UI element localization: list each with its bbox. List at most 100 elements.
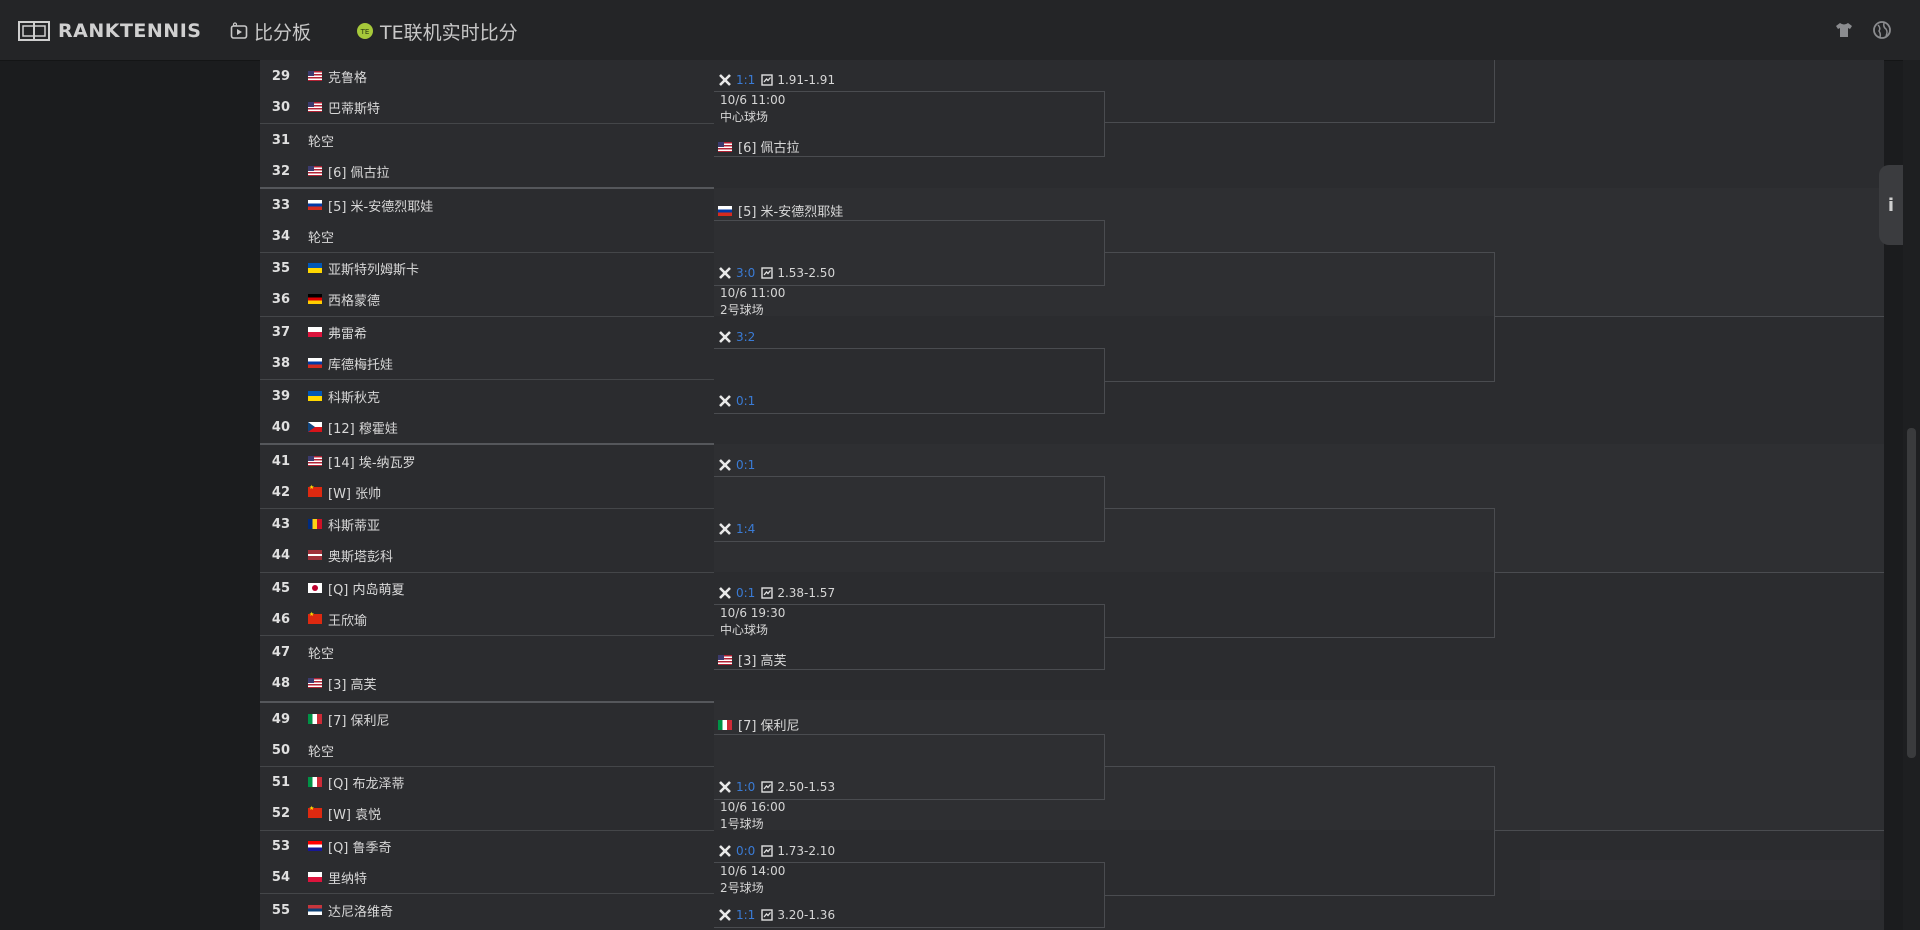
advancer-name[interactable]: [7] 保利尼 (738, 715, 800, 734)
match-info-line[interactable]: 3:2 (718, 330, 755, 344)
h2h-record[interactable]: 0:0 (736, 844, 755, 858)
draw-row[interactable]: 29 克鲁格 (260, 60, 714, 92)
player-name[interactable]: [7] 保利尼 (328, 710, 390, 729)
player-name[interactable]: 科斯蒂亚 (328, 515, 380, 534)
player-name[interactable]: [5] 米-安德烈耶娃 (328, 196, 433, 215)
draw-number: 52 (271, 805, 290, 821)
draw-row[interactable]: 46 王欣瑜 (260, 603, 714, 635)
tennis-ball-icon: TE (357, 23, 373, 39)
player-name[interactable]: 库德梅托娃 (328, 354, 393, 373)
shirt-icon[interactable] (1834, 20, 1854, 40)
advancer-name[interactable]: [5] 米-安德烈耶娃 (738, 201, 843, 220)
draw-number: 49 (271, 711, 290, 727)
match-info-line[interactable]: 3:0 1.53-2.50 (718, 266, 835, 280)
match-court: 2号球场 (720, 881, 764, 895)
match-info-line[interactable]: 0:1 (718, 394, 755, 408)
player-name[interactable]: [Q] 鲁季奇 (328, 837, 392, 856)
draw-row[interactable]: 30 巴蒂斯特 (260, 91, 714, 123)
advancer-name[interactable]: [3] 高芙 (738, 650, 787, 669)
advancer[interactable]: [5] 米-安德烈耶娃 (718, 201, 843, 220)
draw-row[interactable]: 42 [W] 张帅 (260, 476, 714, 508)
draw-row[interactable]: 33 [5] 米-安德烈耶娃 (260, 189, 714, 221)
draw-row[interactable]: 37 弗雷希 (260, 316, 714, 348)
player-name[interactable]: 克鲁格 (328, 67, 367, 86)
draw-row[interactable]: 51 [Q] 布龙泽蒂 (260, 766, 714, 798)
draw-row[interactable]: 41 [14] 埃-纳瓦罗 (260, 445, 714, 477)
odds-icon (761, 267, 774, 279)
match-info-line[interactable]: 0:1 2.38-1.57 (718, 586, 835, 600)
draw-row[interactable]: 40 [12] 穆霍娃 (260, 411, 714, 443)
draw-row[interactable]: 36 西格蒙德 (260, 283, 714, 315)
draw-number: 50 (271, 742, 290, 758)
h2h-record[interactable]: 1:0 (736, 780, 755, 794)
ranktennis-logo[interactable]: RANKTENNIS (18, 18, 201, 44)
match-info-line[interactable]: 0:0 1.73-2.10 (718, 844, 835, 858)
player-name[interactable]: 西格蒙德 (328, 290, 380, 309)
advancer[interactable]: [7] 保利尼 (718, 715, 800, 734)
draw-row[interactable]: 39 科斯秋克 (260, 380, 714, 412)
match-info-line[interactable]: 1:0 2.50-1.53 (718, 780, 835, 794)
h2h-icon (719, 845, 731, 857)
draw-row[interactable]: 32 [6] 佩古拉 (260, 155, 714, 187)
h2h-icon (719, 74, 731, 86)
player-name[interactable]: 奥斯塔彭科 (328, 546, 393, 565)
player-name[interactable]: [12] 穆霍娃 (328, 418, 398, 437)
draw-row[interactable]: 44 奥斯塔彭科 (260, 539, 714, 571)
player-name[interactable]: [W] 张帅 (328, 483, 381, 502)
page-scrollbar[interactable] (1903, 60, 1920, 930)
draw-row[interactable]: 55 达尼洛维奇 (260, 894, 714, 926)
nav-scoreboard[interactable]: 比分板 (230, 18, 311, 44)
info-side-tab[interactable]: i (1879, 165, 1903, 245)
round2-box (1104, 508, 1495, 638)
advancer[interactable]: [3] 高芙 (718, 650, 787, 669)
h2h-record[interactable]: 1:1 (736, 908, 755, 922)
draw-row: 34 轮空 (260, 220, 714, 252)
player-name[interactable]: 巴蒂斯特 (328, 98, 380, 117)
advancer-name[interactable]: [6] 佩古拉 (738, 137, 800, 156)
draw-row[interactable]: 38 库德梅托娃 (260, 347, 714, 379)
h2h-record[interactable]: 0:1 (736, 394, 755, 408)
flag-lv-icon (308, 550, 322, 560)
h2h-record[interactable]: 0:1 (736, 586, 755, 600)
player-name[interactable]: [W] 袁悦 (328, 804, 381, 823)
player-name[interactable]: [Q] 内岛萌夏 (328, 579, 405, 598)
player-name[interactable]: 王欣瑜 (328, 610, 367, 629)
scrollbar-thumb[interactable] (1907, 428, 1916, 758)
globe-icon[interactable] (1872, 20, 1892, 40)
draw-row[interactable]: 54 里纳特 (260, 861, 714, 893)
draw-row[interactable]: 48 [3] 高芙 (260, 667, 714, 699)
match-info-line[interactable]: 1:1 1.91-1.91 (718, 73, 835, 87)
odds-value: 1.73-2.10 (777, 844, 836, 858)
draw-row[interactable]: 52 [W] 袁悦 (260, 797, 714, 829)
match-info-line[interactable]: 1:4 (718, 522, 755, 536)
round3-connector (1494, 572, 1884, 573)
draw-bracket-panel: 29 克鲁格 30 巴蒂斯特 31 轮空 32 [6] 佩古拉 33 [5] 米-安德烈耶… (260, 60, 1884, 930)
h2h-record[interactable]: 1:4 (736, 522, 755, 536)
player-name[interactable]: [14] 埃-纳瓦罗 (328, 452, 416, 471)
match-info-line[interactable]: 1:1 3.20-1.36 (718, 908, 835, 922)
draw-row[interactable]: 49 [7] 保利尼 (260, 703, 714, 735)
h2h-record[interactable]: 3:2 (736, 330, 755, 344)
nav-te-live-score[interactable]: TE TE联机实时比分 (356, 18, 518, 44)
draw-row[interactable]: 35 亚斯特列姆斯卡 (260, 252, 714, 284)
match-info-line[interactable]: 0:1 (718, 458, 755, 472)
h2h-record[interactable]: 0:1 (736, 458, 755, 472)
player-name[interactable]: 亚斯特列姆斯卡 (328, 259, 419, 278)
player-name[interactable]: [3] 高芙 (328, 674, 377, 693)
player-name[interactable]: 里纳特 (328, 868, 367, 887)
match-time: 10/6 16:00 (720, 800, 786, 814)
player-name[interactable]: 科斯秋克 (328, 387, 380, 406)
scoreboard-icon (230, 22, 248, 39)
player-name[interactable]: 弗雷希 (328, 323, 367, 342)
draw-row[interactable]: 45 [Q] 内岛萌夏 (260, 572, 714, 604)
player-name[interactable]: [6] 佩古拉 (328, 162, 390, 181)
h2h-record[interactable]: 1:1 (736, 73, 755, 87)
player-name[interactable]: 达尼洛维奇 (328, 901, 393, 920)
advancer[interactable]: [6] 佩古拉 (718, 137, 800, 156)
draw-row[interactable]: 43 科斯蒂亚 (260, 508, 714, 540)
h2h-record[interactable]: 3:0 (736, 266, 755, 280)
player-name[interactable]: [Q] 布龙泽蒂 (328, 773, 405, 792)
flag-it-icon (718, 719, 732, 730)
flag-hr-icon (308, 841, 322, 851)
draw-row[interactable]: 53 [Q] 鲁季奇 (260, 830, 714, 862)
